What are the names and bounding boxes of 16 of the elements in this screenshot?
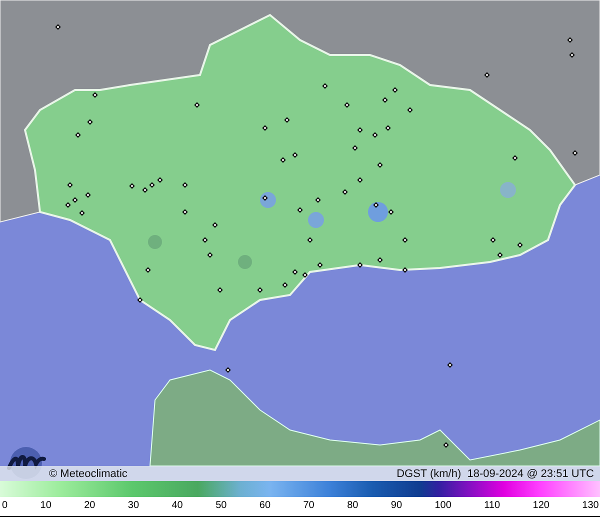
- scale-tick-label: 0: [2, 500, 8, 511]
- map-caption: DGST (km/h) 18-09-2024 @ 23:51 UTC: [396, 468, 594, 480]
- scale-tick-label: 120: [532, 500, 550, 511]
- scale-tick-label: 80: [347, 500, 358, 511]
- scale-tick-label: 40: [172, 500, 183, 511]
- scale-tick-label: 130: [582, 500, 599, 511]
- scale-tick-label: 100: [434, 500, 452, 511]
- scale-tick-label: 110: [484, 500, 500, 511]
- scale-tick-label: 90: [390, 500, 402, 511]
- scale-tick-label: 60: [259, 500, 271, 511]
- scale-tick-label: 30: [128, 500, 140, 511]
- copyright-label: © Meteoclimatic: [49, 468, 128, 480]
- scale-tick-label: 20: [84, 500, 96, 511]
- scale-tick-label: 10: [40, 500, 52, 511]
- scale-tick-label: 70: [303, 500, 314, 511]
- scale-tick-label: 50: [216, 500, 227, 511]
